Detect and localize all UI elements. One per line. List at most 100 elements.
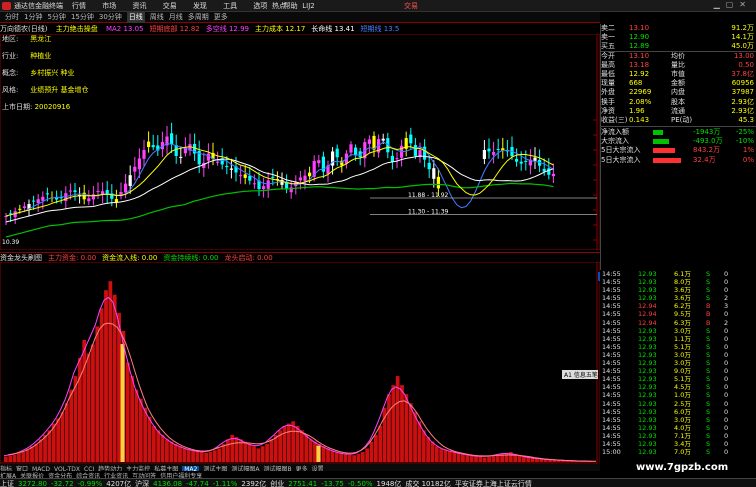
legend-item: 主力成本 12.17	[255, 25, 306, 33]
quote-value: 13.10	[629, 51, 650, 60]
volume-bar	[352, 455, 356, 462]
index-item: -1.11%	[212, 480, 238, 487]
candle-body	[225, 165, 229, 168]
candle-body	[114, 199, 118, 203]
candle-body	[413, 145, 417, 156]
volume-bar	[465, 454, 470, 462]
period-tab[interactable]: 30分钟	[99, 12, 122, 23]
tick-volume: 6.2万	[674, 302, 691, 311]
tick-row: 14:55 12.93 3.4万 S 0	[600, 440, 756, 448]
tick-time: 14:55	[602, 342, 621, 351]
tick-price: 12.93	[638, 431, 657, 440]
tick-side: S	[706, 334, 711, 343]
volume-bar	[160, 434, 165, 462]
tick-time: 14:55	[602, 310, 621, 319]
candle-body	[515, 158, 519, 162]
menu-market[interactable]: 行情	[72, 2, 86, 10]
quote-key: 均价	[671, 51, 685, 60]
menu-user[interactable]: LIJ2	[302, 2, 314, 10]
tick-count: 0	[724, 391, 729, 400]
volume-bar	[95, 326, 100, 462]
index-status-bar: 上证 3272.80 -32.72 -0.99% 4207亿 沪深 4136.08 -47.7…	[0, 478, 756, 487]
volume-bar	[391, 385, 396, 462]
volume-bar	[356, 453, 361, 462]
candle-body	[22, 206, 26, 208]
candle-body	[96, 190, 100, 192]
candle-body	[229, 168, 233, 170]
candle-body	[266, 180, 270, 189]
candle-body	[87, 198, 91, 202]
tick-row: 14:55 12.94 6.3万 B 2	[600, 319, 756, 327]
menu-tools[interactable]: 工具	[223, 2, 237, 10]
trade-button[interactable]: 交易	[404, 1, 418, 11]
tick-price: 12.93	[638, 294, 657, 303]
volume-bar	[108, 281, 113, 462]
volume-bar	[482, 457, 487, 462]
stock-label: 万向德农(日线)	[0, 25, 48, 33]
period-tab[interactable]: 多周期	[188, 12, 209, 23]
quote-key: 卖一	[601, 33, 615, 42]
menu-trade[interactable]: 交易	[163, 2, 177, 10]
tick-volume: 3.0万	[674, 326, 691, 335]
candle-body	[496, 148, 500, 150]
tick-price: 12.93	[638, 270, 657, 278]
menu-exchange[interactable]: 市场	[102, 2, 116, 10]
fund-flow-chart[interactable]: 409.17300250200150100502021年122022/01/26…	[0, 262, 600, 472]
flow-percent: 0%	[742, 155, 754, 164]
period-tab[interactable]: 周线	[150, 12, 164, 23]
period-tab[interactable]: 分时	[5, 12, 19, 23]
menu-options[interactable]: 选项	[253, 2, 267, 10]
candle-body	[252, 183, 256, 185]
tick-time: 14:55	[602, 367, 621, 376]
indicator-label[interactable]: 主力绝击操盘	[56, 25, 98, 33]
main-cost-line	[5, 182, 554, 238]
volume-bar	[60, 412, 65, 462]
flow-row: 5日大宗流入 32.4万 0%	[601, 156, 756, 165]
volume-bar	[56, 418, 60, 462]
tick-count: 0	[724, 415, 729, 424]
candle-body	[18, 208, 22, 210]
candle-body	[142, 150, 146, 159]
tick-price: 12.93	[638, 399, 657, 408]
flow-value: 32.4万	[693, 155, 716, 164]
volume-bar	[443, 449, 448, 462]
tick-row: 14:55 12.94 9.5万 B 0	[600, 310, 756, 318]
period-tab[interactable]: 15分钟	[71, 12, 94, 23]
period-tab[interactable]: 日线	[126, 12, 145, 23]
quote-value: 0.50	[738, 60, 754, 69]
menu-hot[interactable]: 热点	[272, 2, 286, 10]
quote-value: 13.10	[629, 24, 650, 32]
tick-side: S	[706, 375, 711, 384]
flow-key: 5日大宗流入	[601, 155, 641, 164]
volume-bar	[522, 456, 526, 462]
volume-bar	[34, 443, 39, 462]
tick-volume: 4.5万	[674, 383, 691, 392]
index-item: 平安证券上海上证云行情	[454, 480, 532, 487]
tick-volume: 5.1万	[674, 342, 691, 351]
period-tab[interactable]: 月线	[169, 12, 183, 23]
volume-bar	[217, 448, 222, 462]
index-item: -32.72	[50, 480, 74, 487]
tick-side: S	[706, 383, 711, 392]
volume-bar	[487, 456, 491, 462]
info-listing-date: 上市日期: 20020916	[2, 103, 71, 111]
flow-bar	[653, 157, 681, 163]
volume-bar	[169, 441, 174, 462]
legend-item: 资金龙头刷图	[0, 254, 42, 262]
volume-bar	[130, 376, 134, 462]
tick-volume: 1.0万	[674, 391, 691, 400]
tick-count: 2	[724, 294, 729, 303]
menu-discover[interactable]: 发现	[193, 2, 207, 10]
window-controls[interactable]: ▁▢✕	[714, 0, 752, 9]
watermark: www.7gpzb.com	[636, 462, 729, 473]
period-tab[interactable]: 更多	[214, 12, 228, 23]
tick-list[interactable]: 14:55 12.93 6.1万 S 0 14:55 12.93 8.0万 S 0 14:55 12.…	[600, 270, 756, 470]
volume-bars	[4, 281, 596, 462]
period-tab[interactable]: 5分钟	[47, 12, 65, 23]
volume-bar	[112, 294, 117, 462]
flow-bar	[653, 148, 675, 154]
period-tab[interactable]: 1分钟	[24, 12, 42, 23]
menu-news[interactable]: 资讯	[132, 2, 146, 10]
volume-bar	[204, 452, 208, 462]
tick-side: S	[706, 342, 711, 351]
